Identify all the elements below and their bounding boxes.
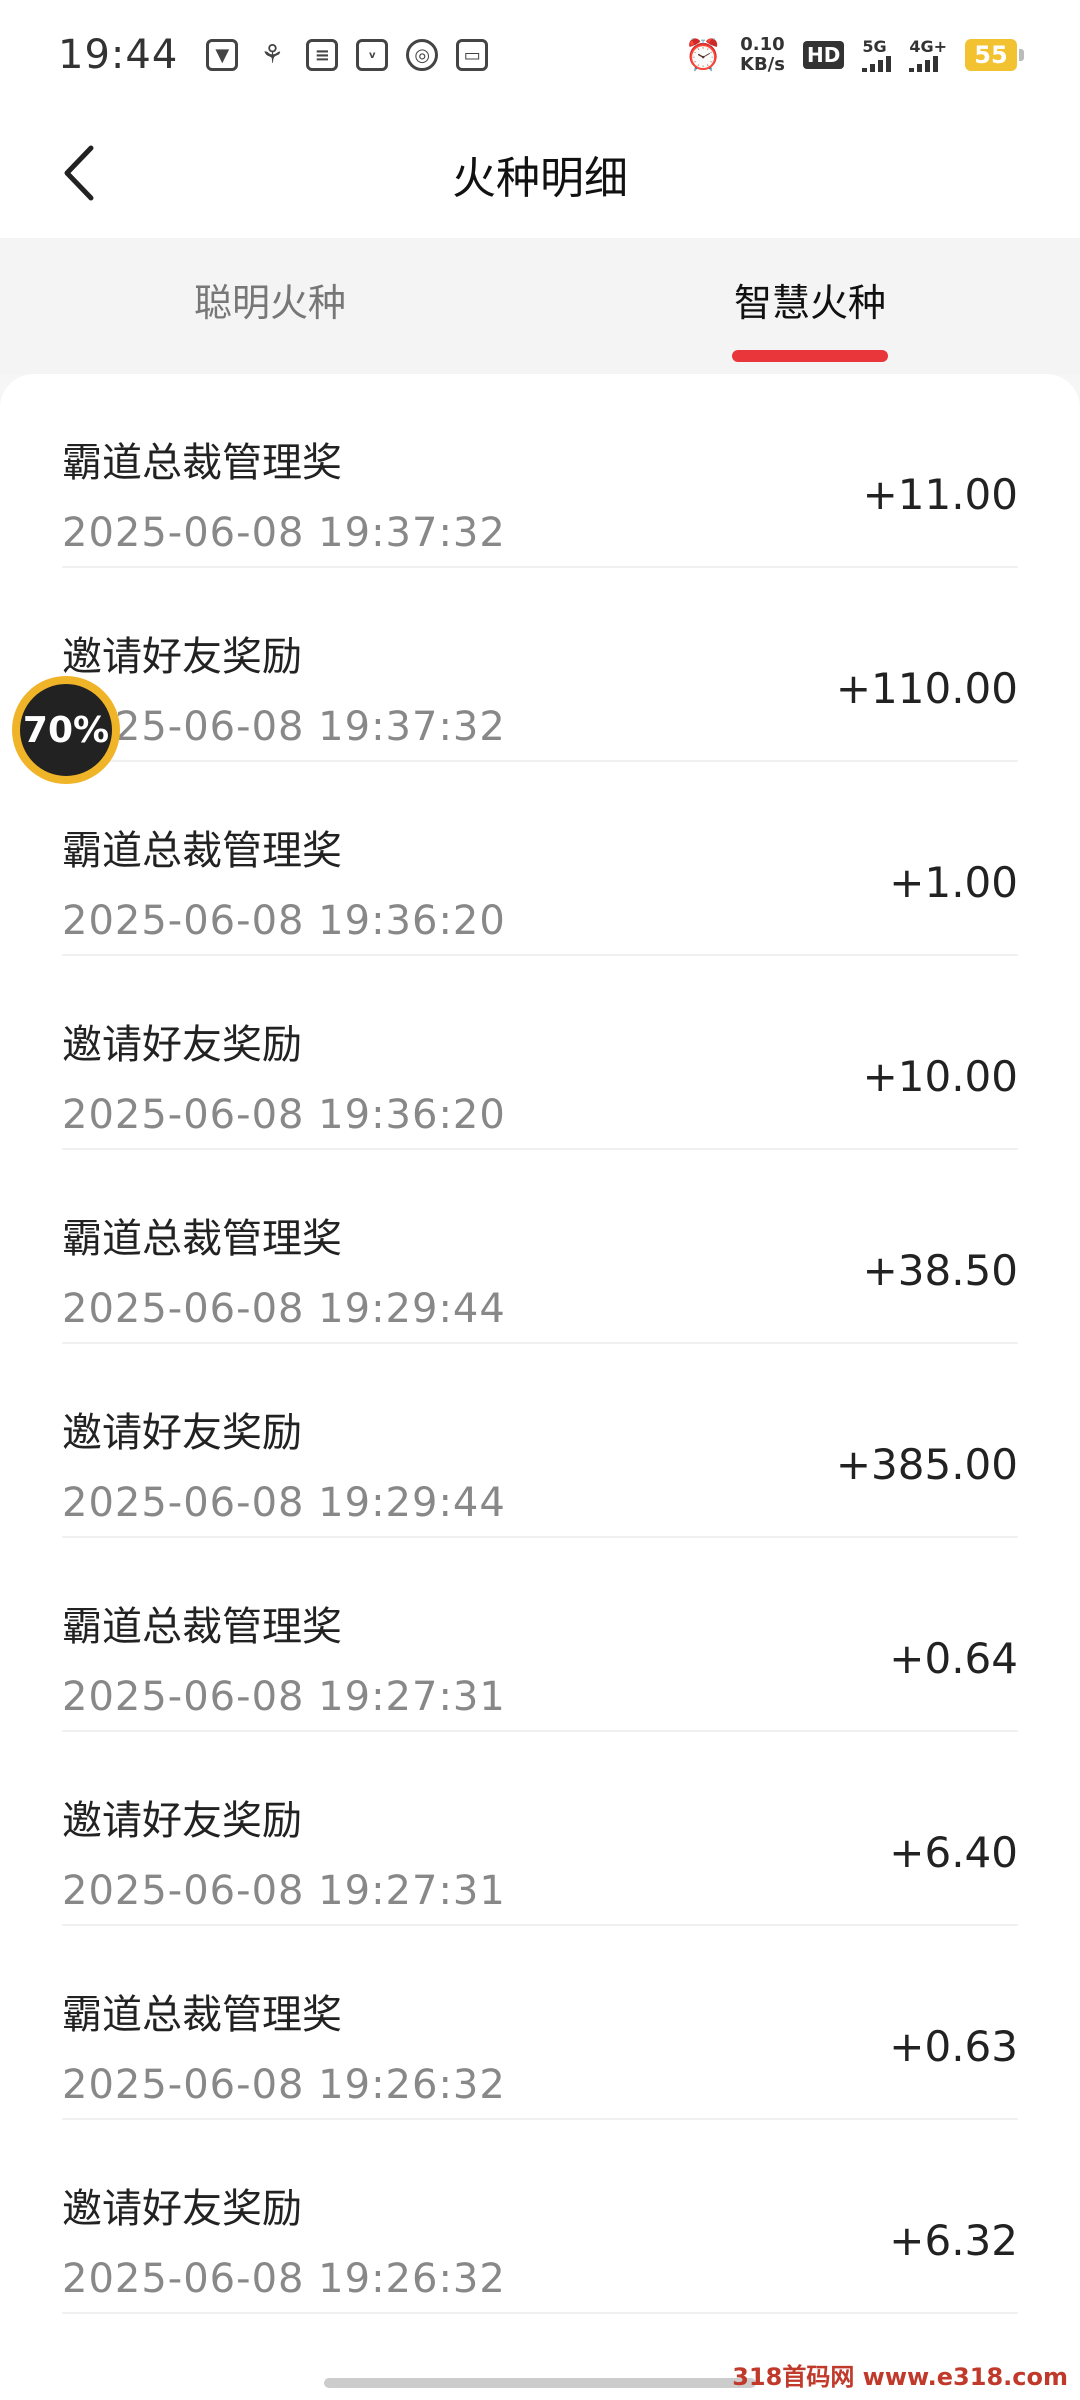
item-time: 2025-06-08 19:37:32 (62, 510, 506, 556)
net-speed-value: 0.10 (740, 34, 785, 55)
item-time: 2025-06-08 19:26:32 (62, 2256, 506, 2302)
battery-level: 55 (965, 39, 1017, 71)
item-amount: +1.00 (889, 858, 1018, 907)
item-time: 2025-06-08 19:29:44 (62, 1286, 506, 1332)
signal-5g-label: 5G (862, 37, 887, 56)
signal-bars-icon (862, 56, 892, 72)
item-amount: +0.64 (889, 1634, 1018, 1683)
battery-icon: 55 (965, 39, 1024, 71)
status-time: 19:44 (58, 32, 179, 78)
list-item[interactable]: 邀请好友奖励 2025-06-08 19:26:32 +6.32 (62, 2120, 1018, 2314)
item-title: 邀请好友奖励 (62, 2186, 302, 2232)
list-item[interactable]: 霸道总裁管理奖 2025-06-08 19:26:32 +0.63 (62, 1926, 1018, 2120)
signal-4g: 4G+ (909, 38, 947, 72)
item-title: 霸道总裁管理奖 (62, 1216, 342, 1262)
status-right: ⏰ 0.10 KB/s HD 5G 4G+ 55 (685, 35, 1024, 75)
item-title: 邀请好友奖励 (62, 1022, 302, 1068)
mobile-network-icon: ◎ (406, 39, 439, 71)
net-speed-unit: KB/s (740, 54, 785, 75)
card-icon: ▭ (456, 39, 489, 71)
item-amount: +0.63 (889, 2022, 1018, 2071)
list-item[interactable]: 邀请好友奖励 2025-06-08 19:37:32 +110.00 (62, 568, 1018, 762)
list-item[interactable]: 霸道总裁管理奖 2025-06-08 19:27:31 +0.64 (62, 1538, 1018, 1732)
item-time: 2025-06-08 19:27:31 (62, 1868, 506, 1914)
list-item[interactable]: 邀请好友奖励 2025-06-08 19:27:31 +6.40 (62, 1732, 1018, 1926)
item-amount: +385.00 (835, 1440, 1018, 1489)
item-amount: +10.00 (862, 1052, 1018, 1101)
vivo-icon: v (356, 39, 389, 71)
page-title: 火种明细 (452, 153, 628, 204)
item-time: 2025-06-08 19:26:32 (62, 2062, 506, 2108)
item-time: 2025-06-08 19:36:20 (62, 898, 506, 944)
list-item[interactable]: 邀请好友奖励 2025-06-08 19:29:44 +385.00 (62, 1344, 1018, 1538)
watermark: 318首码网 www.e318.com (732, 2363, 1068, 2391)
item-title: 霸道总裁管理奖 (62, 1992, 342, 2038)
item-amount: +11.00 (862, 470, 1018, 519)
badge-label: 70% (22, 709, 110, 751)
item-title: 邀请好友奖励 (62, 1410, 302, 1456)
item-title: 霸道总裁管理奖 (62, 440, 342, 486)
shield-icon: ▼ (206, 39, 239, 71)
item-time: 2025-06-08 19:27:31 (62, 1674, 506, 1720)
floating-progress-badge[interactable]: 70% (12, 676, 120, 784)
item-time: 2025-06-08 19:29:44 (62, 1480, 506, 1526)
tab-label: 聪明火种 (193, 280, 346, 325)
hd-icon: HD (802, 41, 845, 69)
item-time: 2025-06-08 19:36:20 (62, 1092, 506, 1138)
notification-icons: ▼ ⚘ ≡ v ◎ ▭ (206, 39, 489, 71)
list-item[interactable]: 霸道总裁管理奖 2025-06-08 19:36:20 +1.00 (62, 762, 1018, 956)
home-indicator[interactable] (324, 2378, 756, 2388)
tab-bar: 聪明火种 智慧火种 (0, 238, 1080, 374)
alarm-icon: ⏰ (684, 37, 723, 73)
record-list: 霸道总裁管理奖 2025-06-08 19:37:32 +11.00 邀请好友奖… (0, 374, 1080, 2400)
tab-label: 智慧火种 (733, 280, 886, 325)
nav-bar: 火种明细 (0, 110, 1080, 238)
list-item[interactable]: 霸道总裁管理奖 2025-06-08 19:29:44 +38.50 (62, 1150, 1018, 1344)
item-amount: +110.00 (835, 664, 1018, 713)
signal-5g: 5G (862, 37, 892, 72)
net-speed: 0.10 KB/s (740, 35, 785, 75)
list-item[interactable]: 邀请好友奖励 2025-06-08 19:36:20 +10.00 (62, 956, 1018, 1150)
signal-4g-label: 4G+ (909, 37, 947, 56)
list-item[interactable]: 霸道总裁管理奖 2025-06-08 19:37:32 +11.00 (62, 374, 1018, 568)
tab-wisdom-seed[interactable]: 智慧火种 (540, 238, 1080, 374)
item-title: 霸道总裁管理奖 (62, 1604, 342, 1650)
item-amount: +38.50 (862, 1246, 1018, 1295)
item-title: 邀请好友奖励 (62, 1798, 302, 1844)
item-time: 2025-06-08 19:37:32 (62, 704, 506, 750)
active-tab-indicator (732, 350, 888, 362)
tab-smart-seed[interactable]: 聪明火种 (0, 238, 540, 374)
item-title: 邀请好友奖励 (62, 634, 302, 680)
item-title: 霸道总裁管理奖 (62, 828, 342, 874)
status-bar: 19:44 ▼ ⚘ ≡ v ◎ ▭ ⏰ 0.10 KB/s HD 5G 4G+ … (0, 0, 1080, 110)
item-amount: +6.40 (889, 1828, 1018, 1877)
item-amount: +6.32 (889, 2216, 1018, 2265)
handshake-icon: ⚘ (260, 40, 284, 70)
signal-bars-icon (909, 56, 939, 72)
document-icon: ≡ (306, 39, 339, 71)
